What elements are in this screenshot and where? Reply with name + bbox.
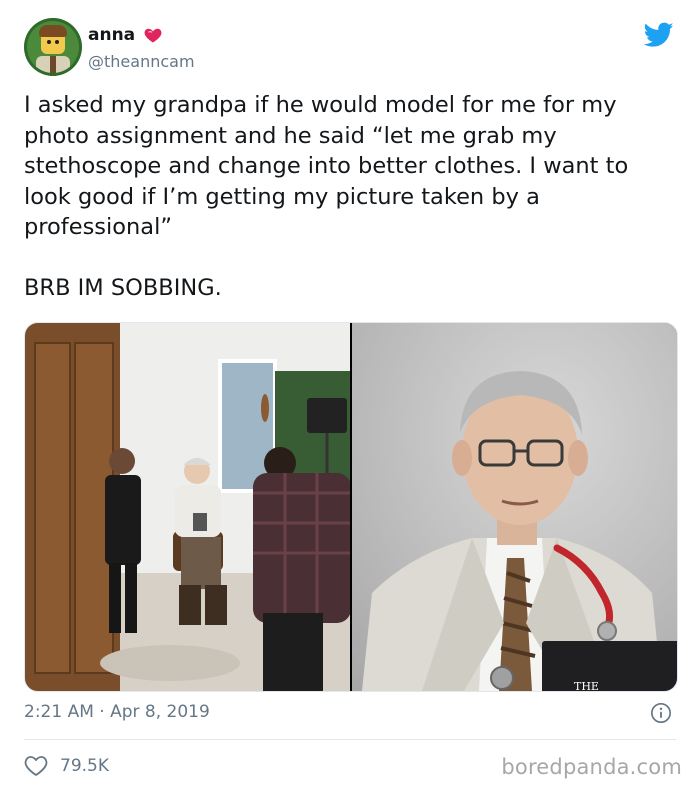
heart-outline-icon[interactable] xyxy=(24,755,48,777)
tweet-media[interactable]: THE xyxy=(24,322,678,692)
portrait-illustration: THE xyxy=(352,323,677,691)
book-cover-text: THE xyxy=(574,680,599,691)
divider xyxy=(24,739,676,740)
behind-the-scenes-photo[interactable] xyxy=(25,323,350,691)
tweet-timestamp[interactable]: 2:21 AM · Apr 8, 2019 xyxy=(24,702,210,722)
behind-the-scenes-illustration xyxy=(25,323,350,691)
avatar-ring xyxy=(24,18,82,76)
like-action[interactable]: 79.5K xyxy=(24,755,109,777)
user-handle[interactable]: @theanncam xyxy=(88,52,195,71)
avatar[interactable] xyxy=(24,18,82,76)
tweet-header: anna @theanncam xyxy=(24,16,676,80)
info-icon[interactable] xyxy=(650,702,672,724)
twitter-bird-icon[interactable] xyxy=(644,22,674,48)
tweet-text: I asked my grandpa if he would model for… xyxy=(24,92,629,301)
heart-icon xyxy=(144,28,162,43)
display-name[interactable]: anna xyxy=(88,25,135,45)
name-row: anna xyxy=(88,24,163,46)
watermark: boredpanda.com xyxy=(501,755,682,779)
grandpa-portrait-photo[interactable]: THE xyxy=(352,323,677,691)
like-count: 79.5K xyxy=(60,756,109,776)
